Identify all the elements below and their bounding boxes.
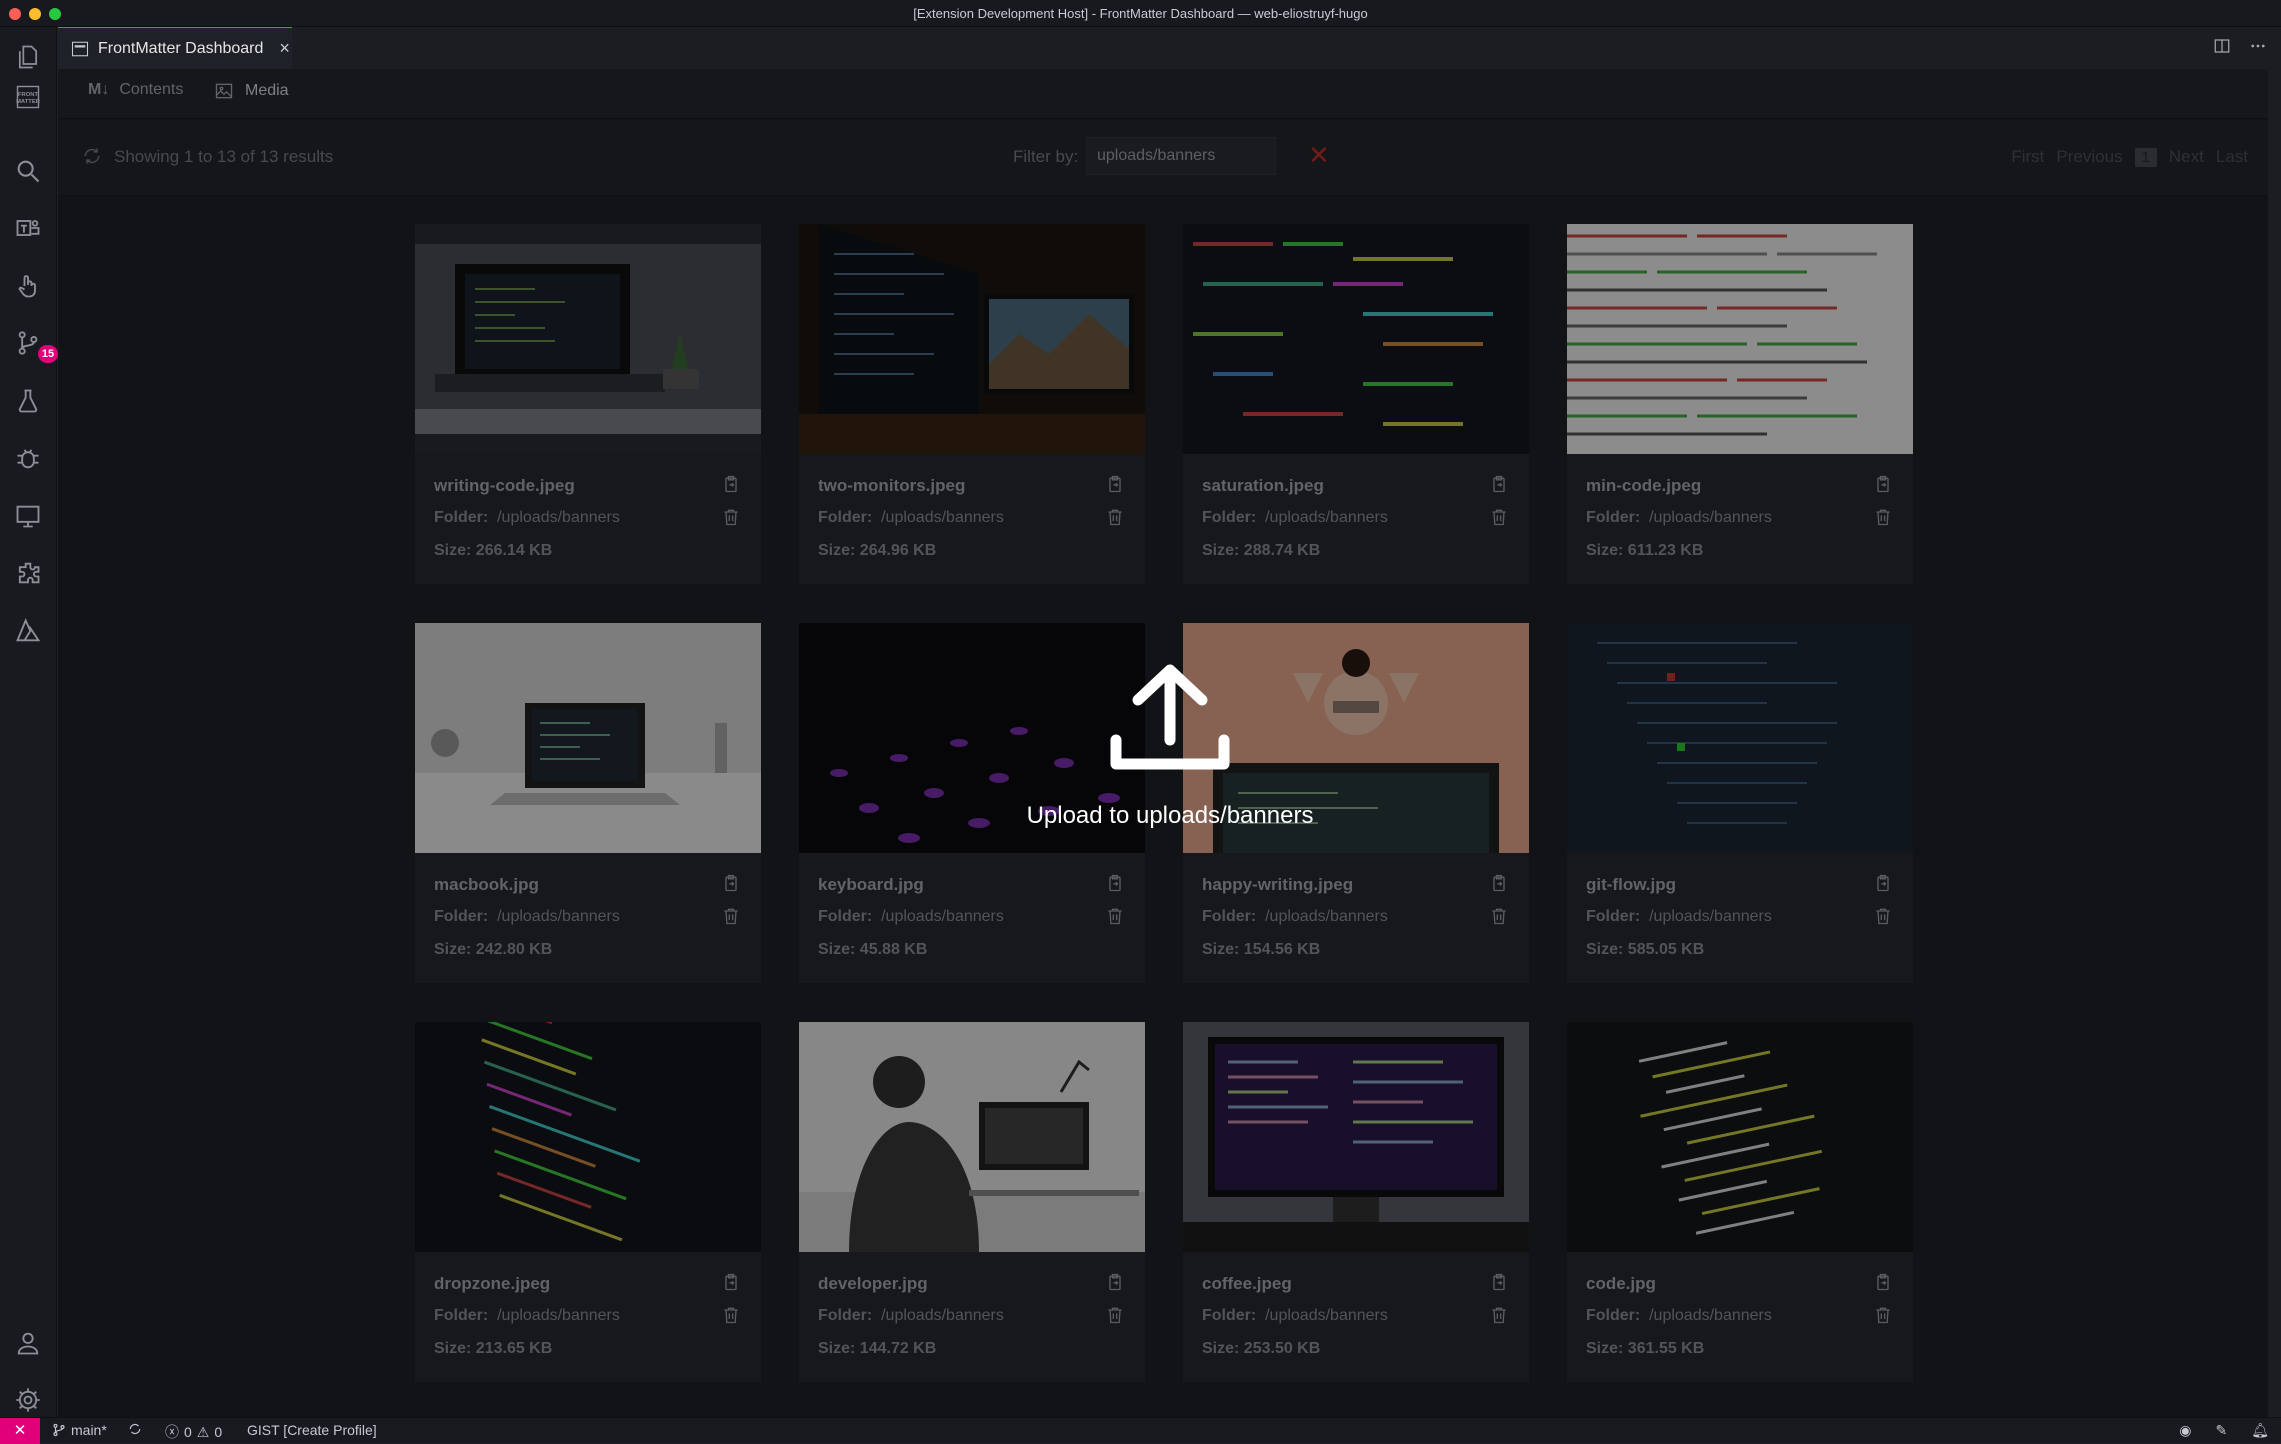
source-control-badge: 15	[38, 345, 58, 363]
error-count: 0	[184, 1424, 192, 1440]
svg-text:MATTER: MATTER	[16, 99, 41, 105]
more-actions-icon[interactable]	[2249, 37, 2267, 55]
close-tab-button[interactable]: ×	[279, 38, 290, 59]
source-control-icon[interactable]: 15	[12, 327, 58, 363]
feedback-icon[interactable]: ✎	[2215, 1422, 2227, 1439]
teams-icon[interactable]	[12, 212, 44, 244]
vertical-scrollbar[interactable]	[2268, 69, 2281, 1417]
gist-status[interactable]: GIST [Create Profile]	[247, 1422, 377, 1438]
tab-label: FrontMatter Dashboard	[98, 39, 264, 57]
git-branch-icon	[53, 1423, 65, 1437]
branch-name: main*	[71, 1422, 107, 1438]
activity-bar: FRONT MATTER 15	[0, 27, 58, 1417]
status-bar: ✕ main* ⓧ 0 ⚠ 0 GIST [Create Profile] ◉ …	[0, 1417, 2281, 1444]
editor-tab-bar: FrontMatter Dashboard ×	[58, 27, 2281, 69]
remote-explorer-icon[interactable]	[12, 500, 44, 532]
upload-dropzone[interactable]: Upload to uploads/banners	[980, 660, 1360, 840]
files-icon[interactable]	[12, 41, 44, 73]
split-editor-icon[interactable]	[2213, 37, 2231, 55]
search-icon[interactable]	[12, 155, 44, 187]
error-icon: ⓧ	[165, 1424, 179, 1440]
sync-status[interactable]	[128, 1422, 142, 1436]
hand-pointer-icon[interactable]	[12, 270, 44, 302]
sync-icon	[129, 1423, 141, 1435]
copilot-icon[interactable]: ◉	[2179, 1422, 2191, 1439]
status-right: ◉ ✎ 🔔︎	[2179, 1422, 2269, 1439]
editor-actions	[2213, 37, 2267, 55]
frontmatter-icon[interactable]: FRONT MATTER	[12, 81, 44, 113]
extensions-icon[interactable]	[12, 557, 44, 589]
title-bar: [Extension Development Host] - FrontMatt…	[0, 0, 2281, 27]
notifications-bell-icon[interactable]: 🔔︎	[2251, 1422, 2269, 1439]
settings-gear-icon[interactable]	[12, 1384, 44, 1416]
tab-frontmatter-dashboard[interactable]: FrontMatter Dashboard ×	[58, 27, 292, 69]
warning-count: 0	[214, 1424, 223, 1440]
problems-status[interactable]: ⓧ 0 ⚠ 0	[165, 1422, 222, 1442]
azure-icon[interactable]	[12, 615, 44, 647]
bug-icon[interactable]	[12, 442, 44, 474]
svg-text:FRONT: FRONT	[18, 92, 39, 98]
flask-icon[interactable]	[12, 385, 44, 417]
upload-icon	[1110, 664, 1230, 770]
account-icon[interactable]	[12, 1327, 44, 1359]
remote-indicator[interactable]: ✕	[0, 1418, 40, 1444]
window-title: [Extension Development Host] - FrontMatt…	[913, 6, 1368, 21]
upload-label: Upload to uploads/banners	[1026, 802, 1314, 829]
warning-icon: ⚠	[196, 1423, 210, 1440]
branch-status[interactable]: main*	[52, 1422, 107, 1438]
frontmatter-tab-icon	[71, 41, 89, 56]
